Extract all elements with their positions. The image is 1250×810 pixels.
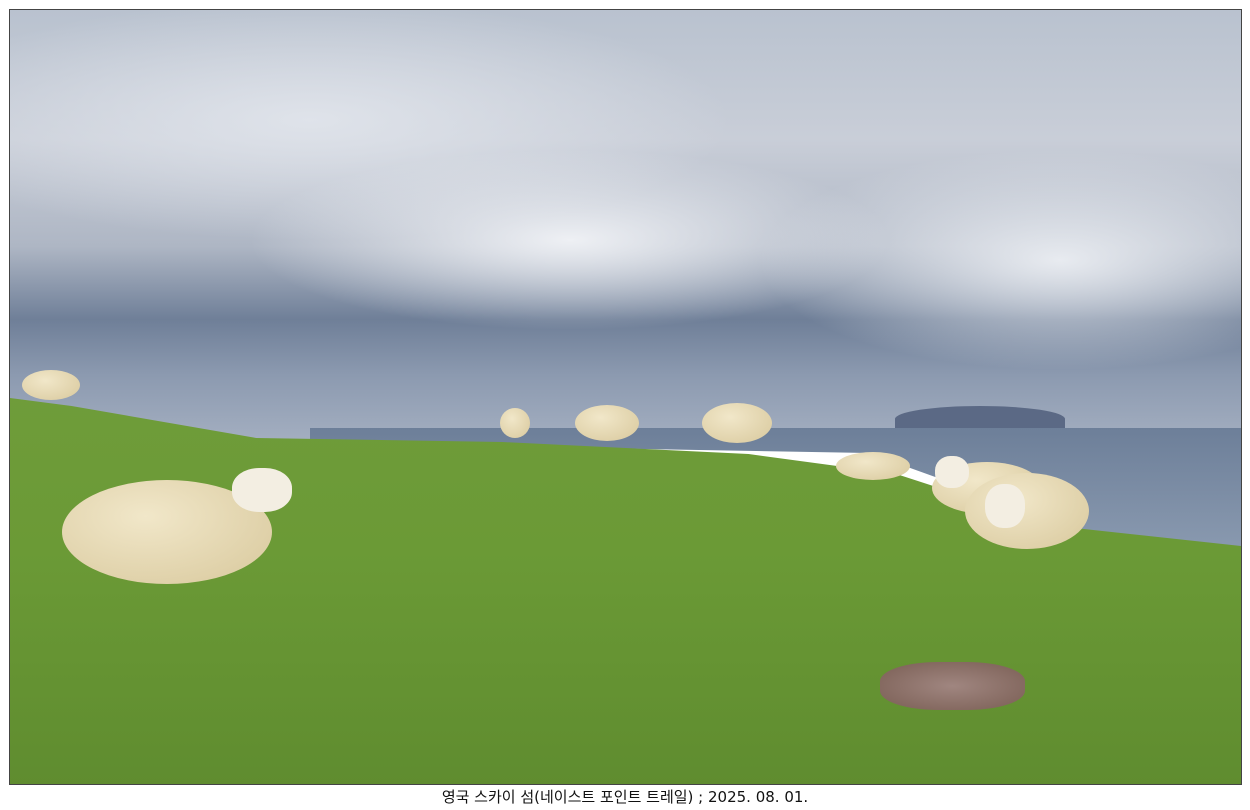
sheep bbox=[575, 405, 639, 441]
photo-caption: 영국 스카이 섬(네이스트 포인트 트레일) ; 2025. 08. 01. bbox=[441, 788, 809, 806]
sheep-head bbox=[935, 456, 969, 488]
photo bbox=[9, 9, 1242, 785]
rock bbox=[880, 662, 1025, 710]
sheep bbox=[500, 408, 530, 438]
sheep bbox=[965, 473, 1089, 549]
sheep-head bbox=[232, 468, 292, 512]
cloudy-sky bbox=[10, 10, 1241, 440]
sheep bbox=[702, 403, 772, 443]
sheep bbox=[22, 370, 80, 400]
sheep bbox=[836, 452, 910, 480]
sheep-head bbox=[985, 484, 1025, 528]
